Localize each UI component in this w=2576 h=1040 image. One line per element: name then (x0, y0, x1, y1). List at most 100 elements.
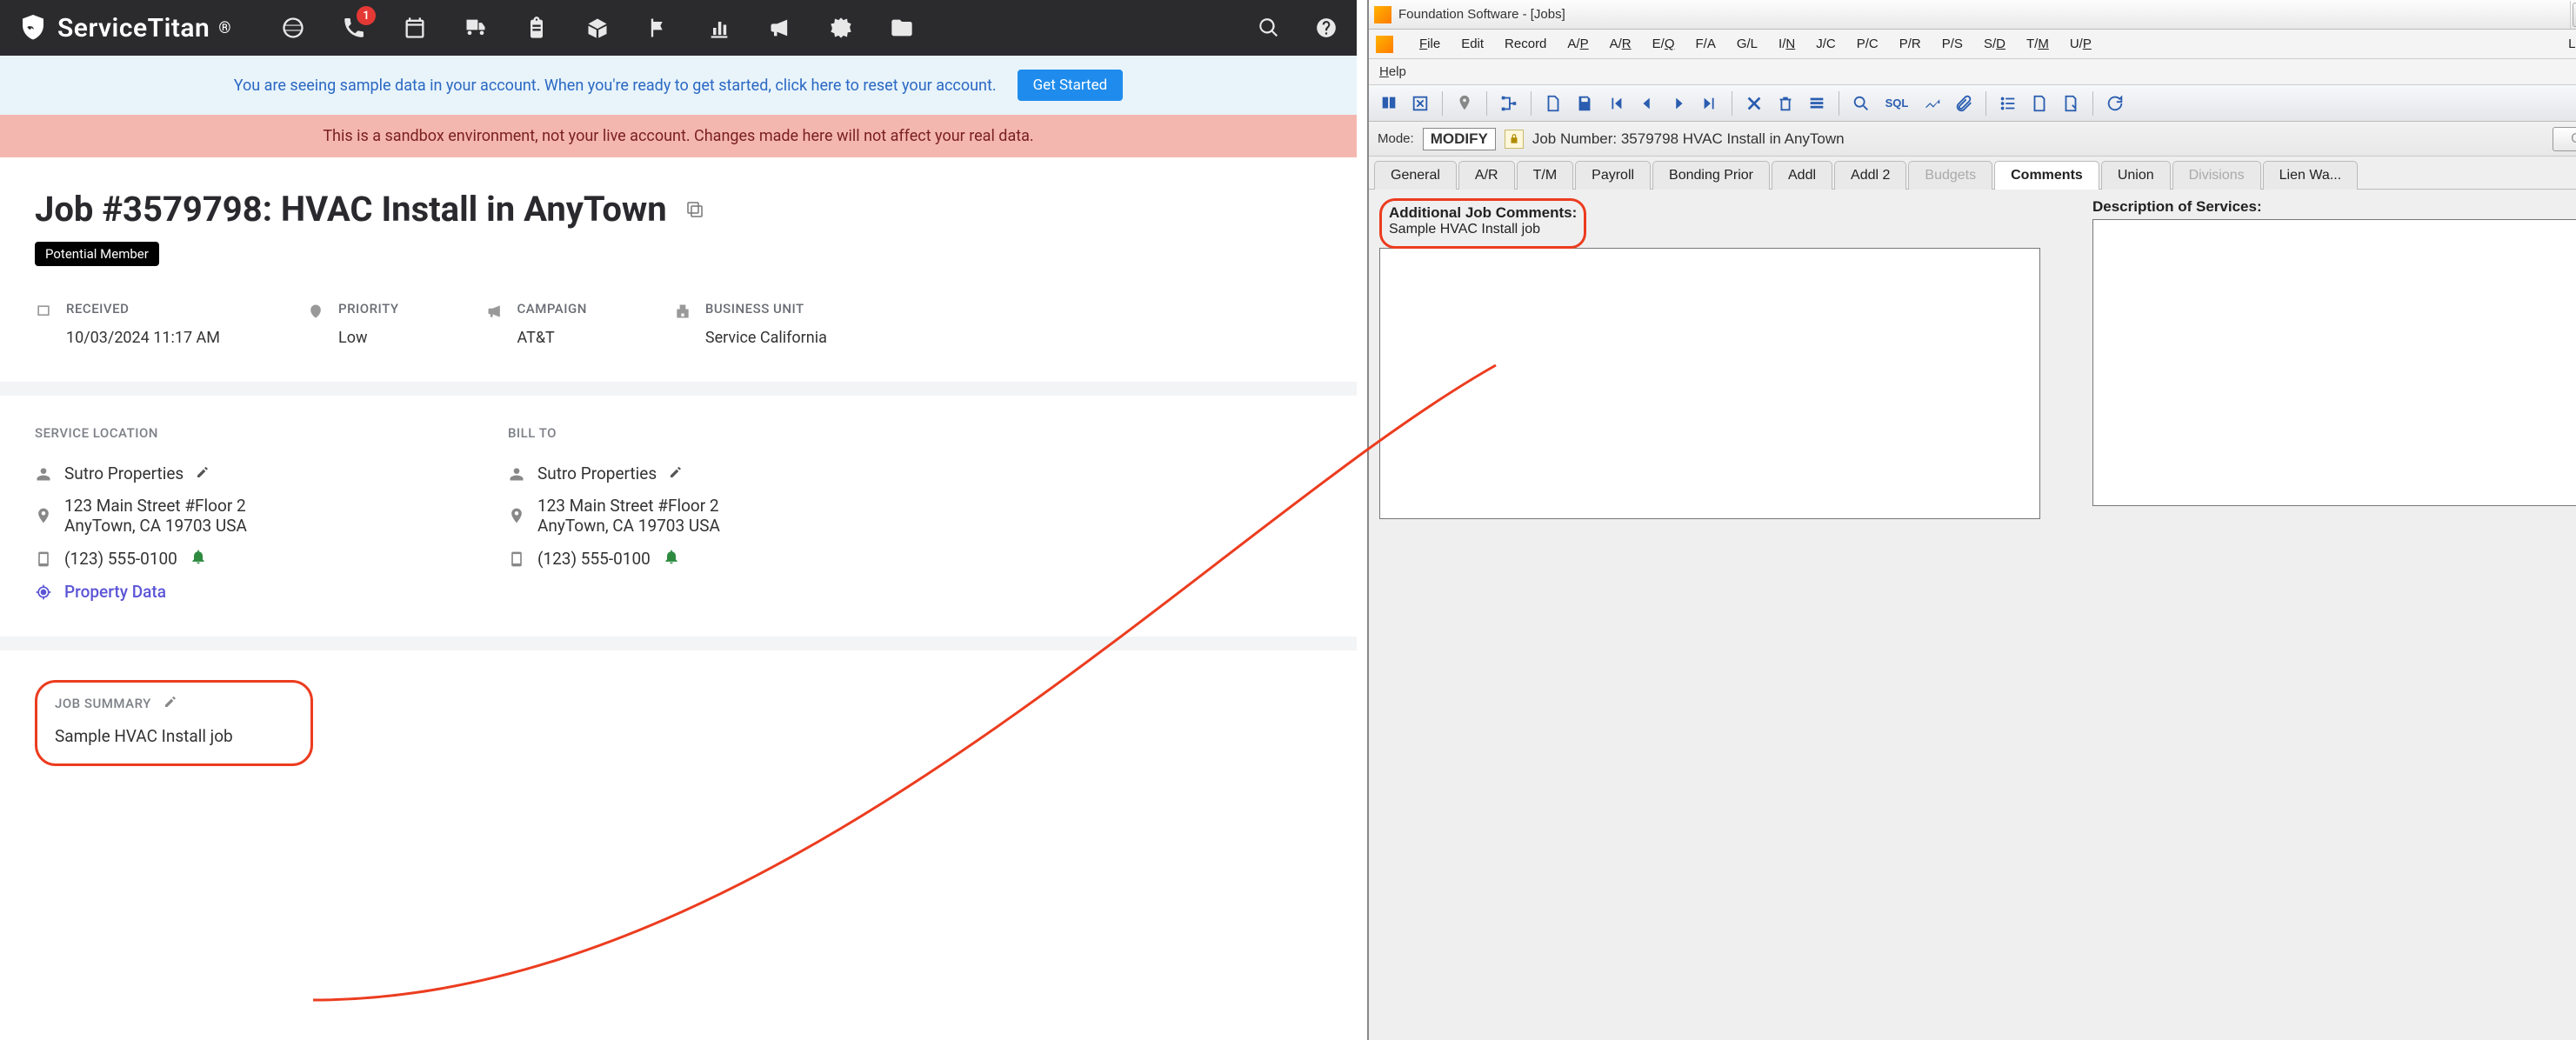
priority-label: PRIORITY (338, 301, 399, 317)
tab-addl2[interactable]: Addl 2 (1834, 161, 1906, 190)
menu-log-a-call[interactable]: Log a Call (2568, 37, 2576, 51)
fs-menubar: File Edit Record A/P A/R E/Q F/A G/L I/N… (1369, 30, 2576, 59)
tab-budgets[interactable]: Budgets (1908, 161, 1992, 190)
potential-member-chip: Potential Member (35, 242, 159, 266)
service-phone[interactable]: (123) 555-0100 (64, 549, 177, 569)
tab-divisions[interactable]: Divisions (2172, 161, 2261, 190)
get-started-button[interactable]: Get Started (1018, 70, 1124, 101)
tb-close-icon[interactable] (1407, 90, 1433, 117)
rosette-icon[interactable] (828, 15, 854, 41)
tb-magnify-icon[interactable] (1848, 90, 1874, 117)
received-value: 10/03/2024 11:17 AM (66, 329, 220, 347)
edit-icon[interactable] (196, 463, 210, 483)
service-location-name[interactable]: Sutro Properties (64, 463, 184, 483)
app-menu-icon[interactable] (1376, 36, 1393, 53)
menu-eq[interactable]: E/Q (1652, 37, 1675, 51)
bell-icon[interactable] (190, 548, 207, 570)
tb-first-icon[interactable] (1603, 90, 1629, 117)
help-icon[interactable] (1313, 15, 1339, 41)
app-icon (1374, 6, 1391, 23)
tb-doc-edit-icon[interactable] (2058, 90, 2084, 117)
menu-ap[interactable]: A/P (1567, 37, 1588, 51)
tb-trash-icon[interactable] (1772, 90, 1799, 117)
truck-icon[interactable] (463, 15, 489, 41)
window-title: Foundation Software - [Jobs] (1398, 7, 1565, 22)
sandbox-notice: This is a sandbox environment, not your … (0, 115, 1357, 157)
minimize-button[interactable] (2573, 3, 2576, 27)
tab-lien[interactable]: Lien Wa... (2263, 161, 2358, 190)
tb-bullets-icon[interactable] (1995, 90, 2021, 117)
comments-label: Additional Job Comments: (1389, 204, 1577, 222)
tb-delete-x-icon[interactable] (1741, 90, 1767, 117)
lock-icon[interactable] (1505, 130, 1524, 149)
servicetitan-pane: ServiceTitan® 1 You are seeing sample da… (0, 0, 1357, 1040)
menu-up[interactable]: U/P (2070, 37, 2092, 51)
description-textarea[interactable] (2092, 219, 2576, 506)
menu-record[interactable]: Record (1505, 37, 1546, 51)
tb-pin-icon[interactable] (1452, 90, 1478, 117)
menu-pc[interactable]: P/C (1857, 37, 1879, 51)
menu-tm[interactable]: T/M (2026, 37, 2049, 51)
tab-comments[interactable]: Comments (1994, 161, 2099, 190)
menu-file[interactable]: File (1419, 37, 1440, 51)
property-data-link[interactable]: Property Data (64, 582, 166, 602)
tb-tools-icon[interactable] (1919, 90, 1945, 117)
menu-help[interactable]: Help (1379, 64, 1406, 79)
tab-tm[interactable]: T/M (1517, 161, 1574, 190)
tb-prev-icon[interactable] (1634, 90, 1660, 117)
tb-book-icon[interactable] (1376, 90, 1402, 117)
tb-tree-icon[interactable] (1496, 90, 1522, 117)
chart-icon[interactable] (706, 15, 732, 41)
tab-bonding[interactable]: Bonding Prior (1652, 161, 1770, 190)
menu-in[interactable]: I/N (1779, 37, 1795, 51)
billto-phone[interactable]: (123) 555-0100 (537, 549, 651, 569)
service-addr-line1: 123 Main Street #Floor 2 (64, 496, 247, 516)
globe-icon[interactable] (280, 15, 306, 41)
folder-icon[interactable] (889, 15, 915, 41)
mobile-icon (35, 550, 52, 568)
tb-attach-icon[interactable] (1951, 90, 1977, 117)
menu-ps[interactable]: P/S (1942, 37, 1963, 51)
tab-union[interactable]: Union (2101, 161, 2171, 190)
menu-pr[interactable]: P/R (1899, 37, 1921, 51)
menu-fa[interactable]: F/A (1696, 37, 1716, 51)
st-logo[interactable]: ServiceTitan® (17, 12, 231, 43)
menu-jc[interactable]: J/C (1816, 37, 1836, 51)
menu-sd[interactable]: S/D (1984, 37, 2005, 51)
copy-icon[interactable] (684, 199, 705, 220)
tb-doc-icon[interactable] (2026, 90, 2052, 117)
campaign-value: AT&T (517, 329, 587, 347)
comments-textarea[interactable] (1379, 248, 2040, 519)
tb-last-icon[interactable] (1697, 90, 1723, 117)
bill-to-label: BILL TO (508, 425, 720, 441)
comments-text[interactable]: Sample HVAC Install job (1389, 222, 1577, 237)
tb-next-icon[interactable] (1665, 90, 1692, 117)
tb-sql-icon[interactable]: SQL (1879, 90, 1914, 117)
box-icon[interactable] (584, 15, 611, 41)
edit-icon[interactable] (669, 463, 683, 483)
phone-icon[interactable]: 1 (341, 15, 367, 41)
billto-name[interactable]: Sutro Properties (537, 463, 657, 483)
menu-gl[interactable]: G/L (1737, 37, 1758, 51)
flag-icon[interactable] (645, 15, 671, 41)
calendar-icon[interactable] (402, 15, 428, 41)
tb-new-icon[interactable] (1540, 90, 1566, 117)
bu-value: Service California (705, 329, 827, 347)
tab-payroll[interactable]: Payroll (1575, 161, 1651, 190)
search-icon[interactable] (1256, 15, 1282, 41)
mode-value: MODIFY (1423, 128, 1496, 150)
tb-refresh-icon[interactable] (2102, 90, 2128, 117)
menu-ar[interactable]: A/R (1610, 37, 1632, 51)
menu-edit[interactable]: Edit (1461, 37, 1484, 51)
tab-ar[interactable]: A/R (1458, 161, 1515, 190)
ok-button[interactable]: OK (2553, 127, 2576, 151)
edit-icon[interactable] (164, 695, 177, 712)
tab-general[interactable]: General (1374, 161, 1457, 190)
tb-save-icon[interactable] (1572, 90, 1598, 117)
clipboard-icon[interactable] (524, 15, 550, 41)
fs-mode-row: Mode: MODIFY Job Number: 3579798 HVAC In… (1369, 122, 2576, 157)
tab-addl[interactable]: Addl (1772, 161, 1832, 190)
bell-icon[interactable] (663, 548, 680, 570)
megaphone-icon[interactable] (767, 15, 793, 41)
tb-list-icon[interactable] (1804, 90, 1830, 117)
